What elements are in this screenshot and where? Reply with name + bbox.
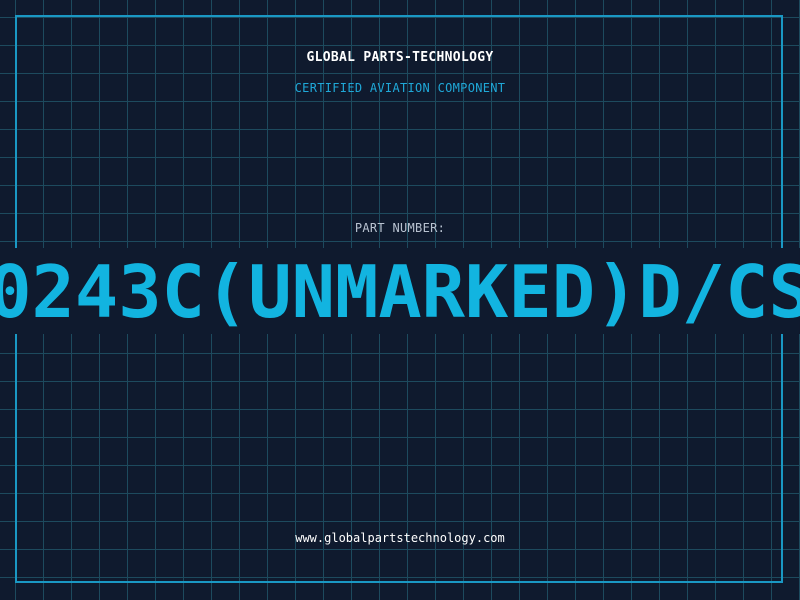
- part-label-card: GLOBAL PARTS-TECHNOLOGY CERTIFIED AVIATI…: [0, 0, 800, 600]
- certification-tagline: CERTIFIED AVIATION COMPONENT: [294, 81, 506, 95]
- part-number-band: 0243C(UNMARKED)D/CS: [0, 248, 800, 334]
- company-name: GLOBAL PARTS-TECHNOLOGY: [306, 50, 494, 65]
- part-number-label: PART NUMBER:: [354, 221, 446, 235]
- part-number-value: 0243C(UNMARKED)D/CS: [0, 250, 800, 334]
- website-url: www.globalpartstechnology.com: [295, 531, 505, 545]
